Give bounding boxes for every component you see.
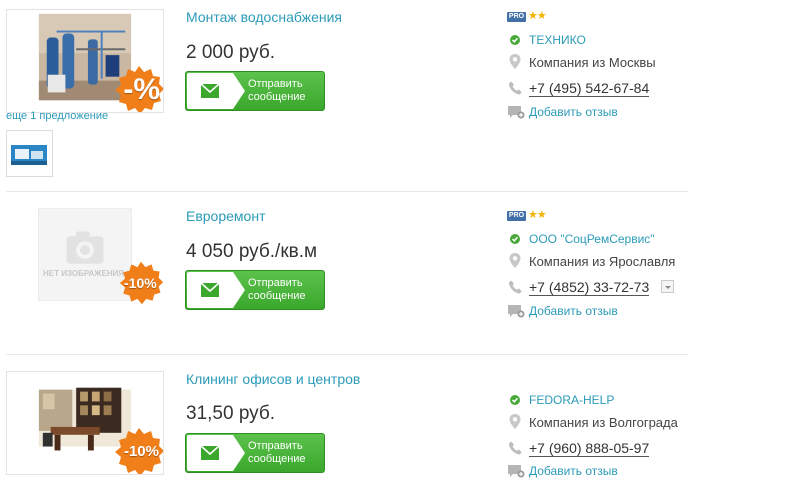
envelope-icon-box [187, 435, 233, 471]
discount-label: -% [123, 73, 160, 106]
review-row: Добавить отзыв [507, 463, 687, 479]
review-row: Добавить отзыв [507, 303, 687, 319]
phone-icon [508, 441, 522, 455]
company-link[interactable]: ООО "СоцРемСервис" [529, 232, 655, 246]
envelope-icon [200, 282, 220, 297]
send-message-label: Отправить сообщение [248, 277, 306, 302]
company-row: ТЕХНИКО [507, 32, 687, 48]
button-arrow [233, 73, 245, 109]
company-row: ООО "СоцРемСервис" [507, 231, 687, 247]
seller-info: PRO ★★ ТЕХНИКО Компания из Москвы +7 (49… [507, 10, 687, 122]
rating-row: PRO ★★ [507, 209, 567, 227]
listing-thumbnail[interactable]: -10% [6, 371, 164, 475]
listing-card: НЕТ ИЗОБРАЖЕНИЯ -10% Евроремонт 4 050 ру… [0, 192, 690, 354]
listing-title-link[interactable]: Клининг офисов и центров [186, 371, 360, 387]
company-city: Компания из Ярославля [529, 254, 676, 269]
pro-badge: PRO [507, 12, 526, 22]
discount-label: -10% [124, 275, 157, 291]
phone-number[interactable]: +7 (960) 888-05-97 [529, 441, 650, 457]
city-row: Компания из Волгограда [507, 414, 687, 430]
bathroom-photo [11, 145, 47, 165]
button-arrow [233, 272, 245, 308]
verified-check-icon [510, 234, 520, 244]
verified-check-icon [510, 35, 520, 45]
phone-row: +7 (495) 542-67-84 [507, 80, 687, 97]
location-pin-icon [509, 54, 521, 69]
listing-card: -10% Клининг офисов и центров 31,50 руб.… [0, 355, 690, 491]
company-row: FEDORA-HELP [507, 392, 687, 408]
send-message-button[interactable]: Отправить сообщение [185, 71, 325, 111]
location-pin-icon [509, 253, 521, 268]
seller-info: PRO ★★ ООО "СоцРемСервис" Компания из Яр… [507, 209, 687, 321]
city-row: Компания из Ярославля [507, 253, 687, 269]
pro-badge: PRO [507, 211, 526, 221]
phone-row: +7 (4852) 33-72-73 [507, 279, 687, 296]
phone-row: +7 (960) 888-05-97 [507, 440, 687, 457]
listing-title-link[interactable]: Монтаж водоснабжения [186, 9, 342, 25]
review-bubble-icon [508, 465, 525, 478]
add-review-link[interactable]: Добавить отзыв [529, 304, 618, 318]
listing-title-link[interactable]: Евроремонт [186, 208, 265, 224]
company-link[interactable]: FEDORA-HELP [529, 393, 614, 407]
listing-price: 2 000 руб. [186, 42, 276, 63]
send-message-button[interactable]: Отправить сообщение [185, 270, 325, 310]
phone-number[interactable]: +7 (495) 542-67-84 [529, 81, 650, 97]
listing-card: -% еще 1 предложение Монтаж водоснабжени… [0, 0, 690, 190]
envelope-icon-box [187, 272, 233, 308]
button-arrow [233, 435, 245, 471]
send-message-button[interactable]: Отправить сообщение [185, 433, 325, 473]
review-bubble-icon [508, 106, 525, 119]
add-review-link[interactable]: Добавить отзыв [529, 105, 618, 119]
verified-check-icon [510, 395, 520, 405]
envelope-icon [200, 83, 220, 98]
envelope-icon-box [187, 73, 233, 109]
star-icon: ★★ [528, 10, 547, 22]
location-pin-icon [509, 414, 521, 429]
more-offers-link[interactable]: еще 1 предложение [6, 110, 108, 122]
discount-label: -10% [123, 443, 159, 460]
company-city: Компания из Волгограда [529, 415, 678, 430]
listing-thumbnail[interactable]: -% [6, 9, 164, 113]
phone-number[interactable]: +7 (4852) 33-72-73 [529, 280, 650, 296]
rating-row: PRO ★★ [507, 10, 567, 28]
dropdown-arrow-icon[interactable] [661, 280, 674, 293]
star-icon: ★★ [528, 209, 547, 221]
phone-icon [508, 280, 522, 294]
company-city: Компания из Москвы [529, 55, 656, 70]
offer-mini-thumbnail[interactable] [6, 130, 53, 177]
listing-price: 4 050 руб./кв.м [186, 241, 318, 262]
send-message-label: Отправить сообщение [248, 78, 306, 103]
add-review-link[interactable]: Добавить отзыв [529, 464, 618, 478]
seller-info: FEDORA-HELP Компания из Волгограда +7 (9… [507, 392, 687, 482]
city-row: Компания из Москвы [507, 54, 687, 70]
review-bubble-icon [508, 305, 525, 318]
company-link[interactable]: ТЕХНИКО [529, 33, 586, 47]
listing-price: 31,50 руб. [186, 403, 276, 424]
send-message-label: Отправить сообщение [248, 440, 306, 465]
review-row: Добавить отзыв [507, 104, 687, 120]
envelope-icon [200, 445, 220, 460]
no-image-label: НЕТ ИЗОБРАЖЕНИЯ [43, 269, 125, 278]
phone-icon [508, 81, 522, 95]
